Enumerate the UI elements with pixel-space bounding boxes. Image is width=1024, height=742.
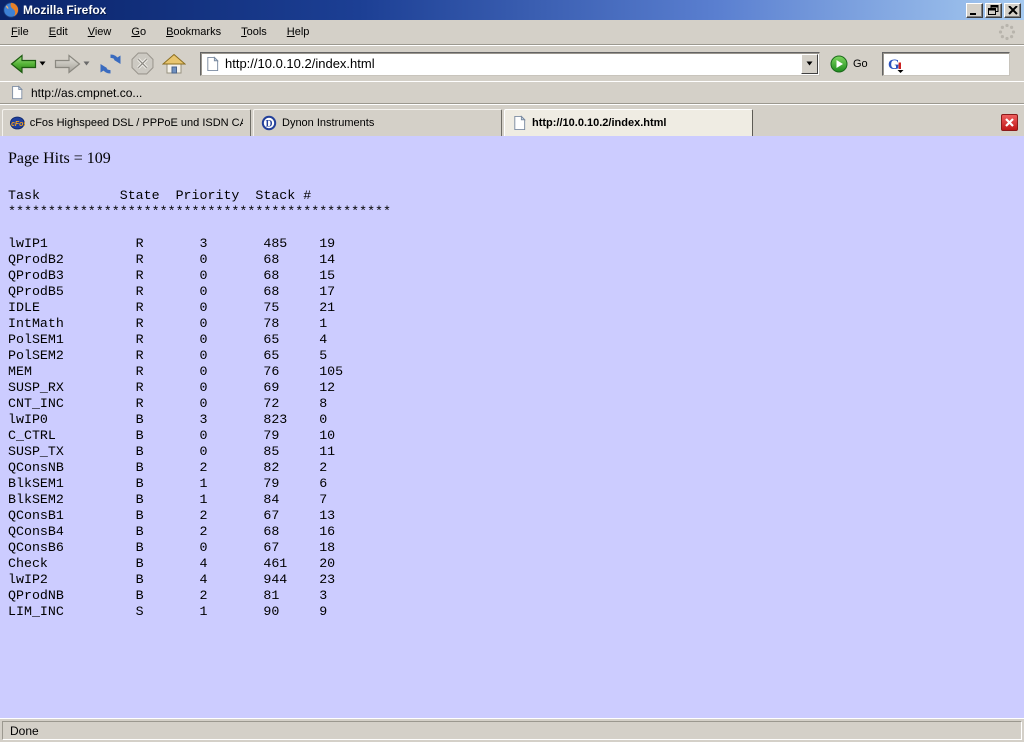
tab-label: http://10.0.10.2/index.html [532,117,666,129]
task-table: Task State Priority Stack # ************… [8,188,1016,620]
svg-text:D: D [266,119,273,129]
status-text: Done [10,724,39,738]
menu-bookmarks[interactable]: Bookmarks [159,23,228,41]
page-icon [512,115,527,131]
firefox-icon [3,2,19,18]
tab-label: Dynon Instruments [282,117,374,129]
menu-edit[interactable]: Edit [42,23,75,41]
close-icon [1005,118,1014,127]
activity-throbber-icon [998,23,1016,41]
bookmark-label: http://as.cmpnet.co... [31,86,142,100]
url-bar [200,52,820,76]
minimize-button[interactable] [966,3,983,18]
page-icon [10,85,24,100]
reload-icon [98,52,123,76]
tab-cfos[interactable]: cFos cFos Highspeed DSL / PPPoE und ISDN… [2,109,251,136]
svg-text:cFos: cFos [11,121,25,128]
title-bar: Mozilla Firefox [0,0,1024,20]
back-icon [10,54,37,74]
go-label: Go [853,58,868,70]
tab-active-index[interactable]: http://10.0.10.2/index.html [504,109,753,136]
page-icon [205,56,220,72]
tab-label: cFos Highspeed DSL / PPPoE und ISDN CAP.… [30,117,243,129]
url-input[interactable] [220,56,800,71]
menu-view[interactable]: View [81,23,119,41]
home-icon [162,53,186,75]
tab-bar: cFos cFos Highspeed DSL / PPPoE und ISDN… [0,104,1024,136]
window-title: Mozilla Firefox [23,3,964,17]
stop-button[interactable] [129,50,156,77]
back-dropdown-icon[interactable] [39,61,46,66]
menu-file[interactable]: File [4,23,36,41]
forward-button[interactable] [52,52,92,76]
back-button[interactable] [8,52,48,76]
restore-icon [988,5,999,15]
minimize-icon [969,6,980,15]
menu-tools[interactable]: Tools [234,23,274,41]
forward-dropdown-icon[interactable] [83,61,90,66]
page-hits-text: Page Hits = 109 [8,150,1016,168]
search-input[interactable] [904,57,1006,71]
close-tab-button[interactable] [1001,114,1018,131]
navigation-toolbar: Go G [0,45,1024,81]
cfos-icon: cFos [10,115,25,131]
dynon-icon: D [261,115,277,131]
tab-dynon[interactable]: D Dynon Instruments [253,109,502,136]
chevron-down-icon [806,61,813,66]
google-search-icon[interactable]: G [886,55,904,73]
go-button[interactable]: Go [830,55,868,73]
reload-button[interactable] [96,50,125,78]
status-bar: Done [0,718,1024,742]
stop-icon [131,52,154,75]
bookmarks-toolbar: http://as.cmpnet.co... [0,81,1024,104]
close-icon [1008,6,1018,15]
url-dropdown-button[interactable] [801,54,818,74]
forward-icon [54,54,81,74]
browser-window: Mozilla Firefox File Edit View Go Bookma… [0,0,1024,742]
page-content: Page Hits = 109 Task State Priority Stac… [0,136,1024,718]
close-button[interactable] [1004,3,1021,18]
home-button[interactable] [160,51,188,77]
bookmark-item[interactable]: http://as.cmpnet.co... [10,85,142,100]
menu-help[interactable]: Help [280,23,317,41]
menu-bar: File Edit View Go Bookmarks Tools Help [0,20,1024,45]
status-panel: Done [2,721,1022,740]
menu-go[interactable]: Go [124,23,153,41]
restore-button[interactable] [985,3,1002,18]
search-box: G [882,52,1010,76]
go-icon [830,55,848,73]
